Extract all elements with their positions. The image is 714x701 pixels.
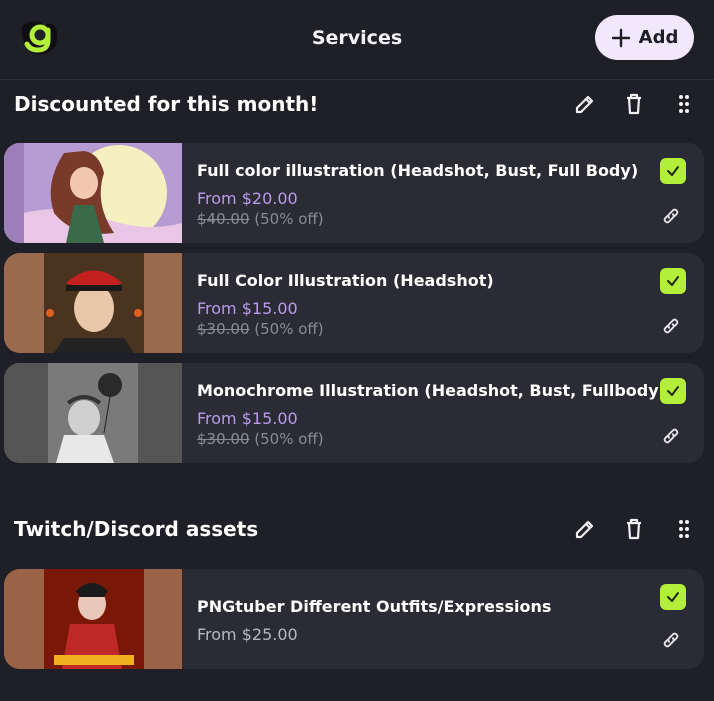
edit-section-button[interactable] [572,516,598,542]
section-title: Discounted for this month! [14,92,319,116]
check-icon [667,592,679,602]
service-old-price: $30.00 (50% off) [197,320,324,338]
plus-icon [611,28,630,47]
service-card[interactable]: PNGtuber Different Outfits/Expressions F… [4,569,704,669]
pencil-icon [575,520,594,539]
service-thumbnail [4,143,182,243]
trash-icon [627,93,641,115]
section-header: Twitch/Discord assets [0,509,714,549]
delete-section-button[interactable] [621,516,647,542]
check-icon [667,166,679,176]
copy-link-button[interactable] [660,315,684,339]
discount-label: (50% off) [254,210,324,228]
discount-label: (50% off) [254,430,324,448]
original-price: $30.00 [197,430,250,448]
enabled-checkbox[interactable] [660,584,686,610]
service-price: From $15.00 [197,299,298,318]
service-card[interactable]: Full Color Illustration (Headshot) From … [4,253,704,353]
add-service-button[interactable]: Add [595,15,694,60]
drag-section-handle[interactable] [671,91,697,117]
service-price: From $25.00 [197,625,298,644]
service-old-price: $40.00 (50% off) [197,210,324,228]
check-icon [667,276,679,286]
link-icon [663,208,679,224]
service-name: PNGtuber Different Outfits/Expressions [197,597,552,616]
discount-label: (50% off) [254,320,324,338]
pencil-icon [575,95,594,114]
drag-section-handle[interactable] [671,516,697,542]
service-name: Monochrome Illustration (Headshot, Bust,… [197,381,666,400]
link-icon [663,428,679,444]
service-name: Full Color Illustration (Headshot) [197,271,494,290]
service-old-price: $30.00 (50% off) [197,430,324,448]
service-thumbnail [4,569,182,669]
service-card[interactable]: Full color illustration (Headshot, Bust,… [4,143,704,243]
trash-icon [627,518,641,540]
service-price: From $15.00 [197,409,298,428]
copy-link-button[interactable] [660,205,684,229]
original-price: $30.00 [197,320,250,338]
enabled-checkbox[interactable] [660,268,686,294]
edit-section-button[interactable] [572,91,598,117]
service-price: From $20.00 [197,189,298,208]
check-icon [667,386,679,396]
original-price: $40.00 [197,210,250,228]
copy-link-button[interactable] [660,425,684,449]
drag-handle-icon [679,520,689,538]
service-thumbnail [4,253,182,353]
drag-handle-icon [679,95,689,113]
link-icon [663,318,679,334]
section-title: Twitch/Discord assets [14,517,259,541]
service-name: Full color illustration (Headshot, Bust,… [197,161,639,180]
top-bar: Services Add [0,0,714,80]
delete-section-button[interactable] [621,91,647,117]
copy-link-button[interactable] [660,629,684,653]
enabled-checkbox[interactable] [660,378,686,404]
section-header: Discounted for this month! [0,84,714,124]
link-icon [663,632,679,648]
service-card[interactable]: Monochrome Illustration (Headshot, Bust,… [4,363,704,463]
enabled-checkbox[interactable] [660,158,686,184]
add-button-label: Add [638,27,679,48]
service-thumbnail [4,363,182,463]
